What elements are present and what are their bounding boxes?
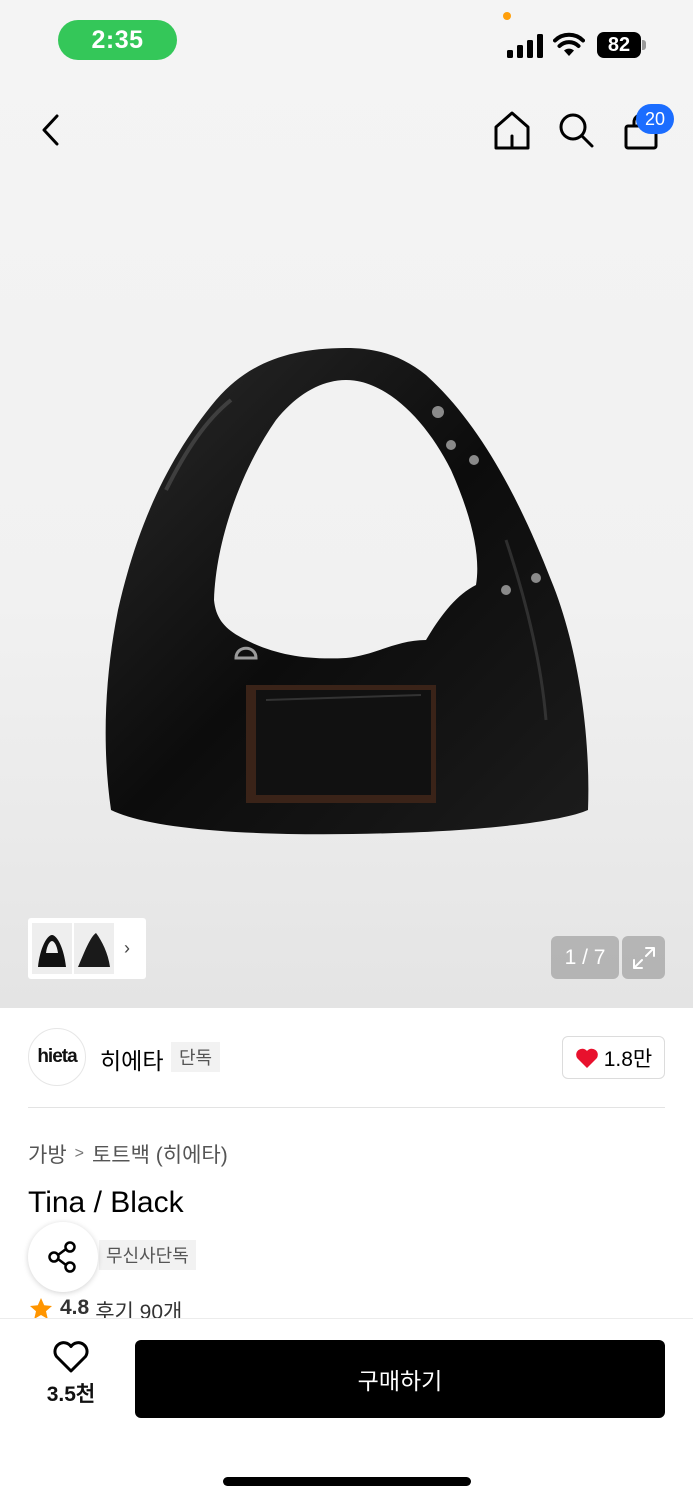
battery-level: 82 — [597, 32, 641, 58]
thumbnail-1[interactable] — [32, 923, 72, 974]
product-page: 2:35 82 20 › 1 / 7 hieta 히에타 단독 1.8만 가방 … — [0, 0, 693, 1500]
rating-score: 4.8 — [60, 1296, 90, 1319]
back-chevron-icon — [42, 114, 59, 146]
back-button[interactable] — [30, 108, 70, 152]
thumbnail-strip[interactable]: › — [28, 918, 146, 979]
brand-like-button[interactable]: 1.8만 — [562, 1036, 665, 1079]
thumbnail-more-chevron[interactable]: › — [124, 938, 130, 959]
expand-button[interactable] — [622, 936, 665, 979]
share-button[interactable] — [28, 1222, 98, 1292]
share-icon — [48, 1241, 76, 1273]
battery-indicator: 82 — [597, 32, 647, 58]
expand-icon — [632, 946, 655, 969]
search-button[interactable] — [554, 108, 598, 152]
brand-logo[interactable]: hieta — [28, 1028, 86, 1086]
breadcrumb-category[interactable]: 가방 — [28, 1139, 67, 1169]
status-time: 2:35 — [58, 20, 177, 60]
buy-button[interactable]: 구매하기 — [135, 1340, 665, 1418]
home-icon — [494, 111, 530, 150]
rating-row[interactable]: 4.8 후기 90개 — [28, 1296, 182, 1320]
breadcrumb: 가방 > 토트백 (히에타) — [28, 1139, 228, 1169]
breadcrumb-separator-icon: > — [74, 1145, 84, 1162]
product-gallery[interactable]: 2:35 82 20 › 1 / 7 — [0, 0, 693, 1008]
heart-filled-icon — [575, 1048, 598, 1068]
home-button[interactable] — [490, 108, 534, 152]
musinsa-exclusive-badge: 무신사단독 — [99, 1240, 196, 1270]
brand-exclusive-tag: 단독 — [171, 1042, 221, 1072]
wishlist-count: 3.5천 — [46, 1383, 96, 1406]
search-icon — [559, 113, 594, 148]
product-title: Tina / Black — [28, 1186, 184, 1219]
star-icon — [30, 1298, 52, 1319]
heart-outline-icon — [53, 1341, 89, 1373]
brand-like-count: 1.8만 — [603, 1047, 653, 1071]
cellular-signal-icon — [507, 34, 543, 58]
cart-count-badge: 20 — [636, 104, 674, 134]
divider — [28, 1107, 665, 1108]
thumbnail-2[interactable] — [74, 923, 114, 974]
brand-name[interactable]: 히에타 — [100, 1042, 163, 1076]
breadcrumb-subcategory[interactable]: 토트백 (히에타) — [92, 1139, 228, 1169]
battery-nub — [642, 40, 646, 50]
wifi-icon — [553, 32, 585, 56]
product-image[interactable] — [96, 340, 596, 840]
home-indicator[interactable] — [223, 1477, 471, 1486]
image-counter: 1 / 7 — [551, 936, 619, 979]
wishlist-button[interactable]: 3.5천 — [28, 1340, 114, 1416]
review-count: 후기 90개 — [95, 1301, 183, 1320]
privacy-indicator — [503, 12, 511, 20]
